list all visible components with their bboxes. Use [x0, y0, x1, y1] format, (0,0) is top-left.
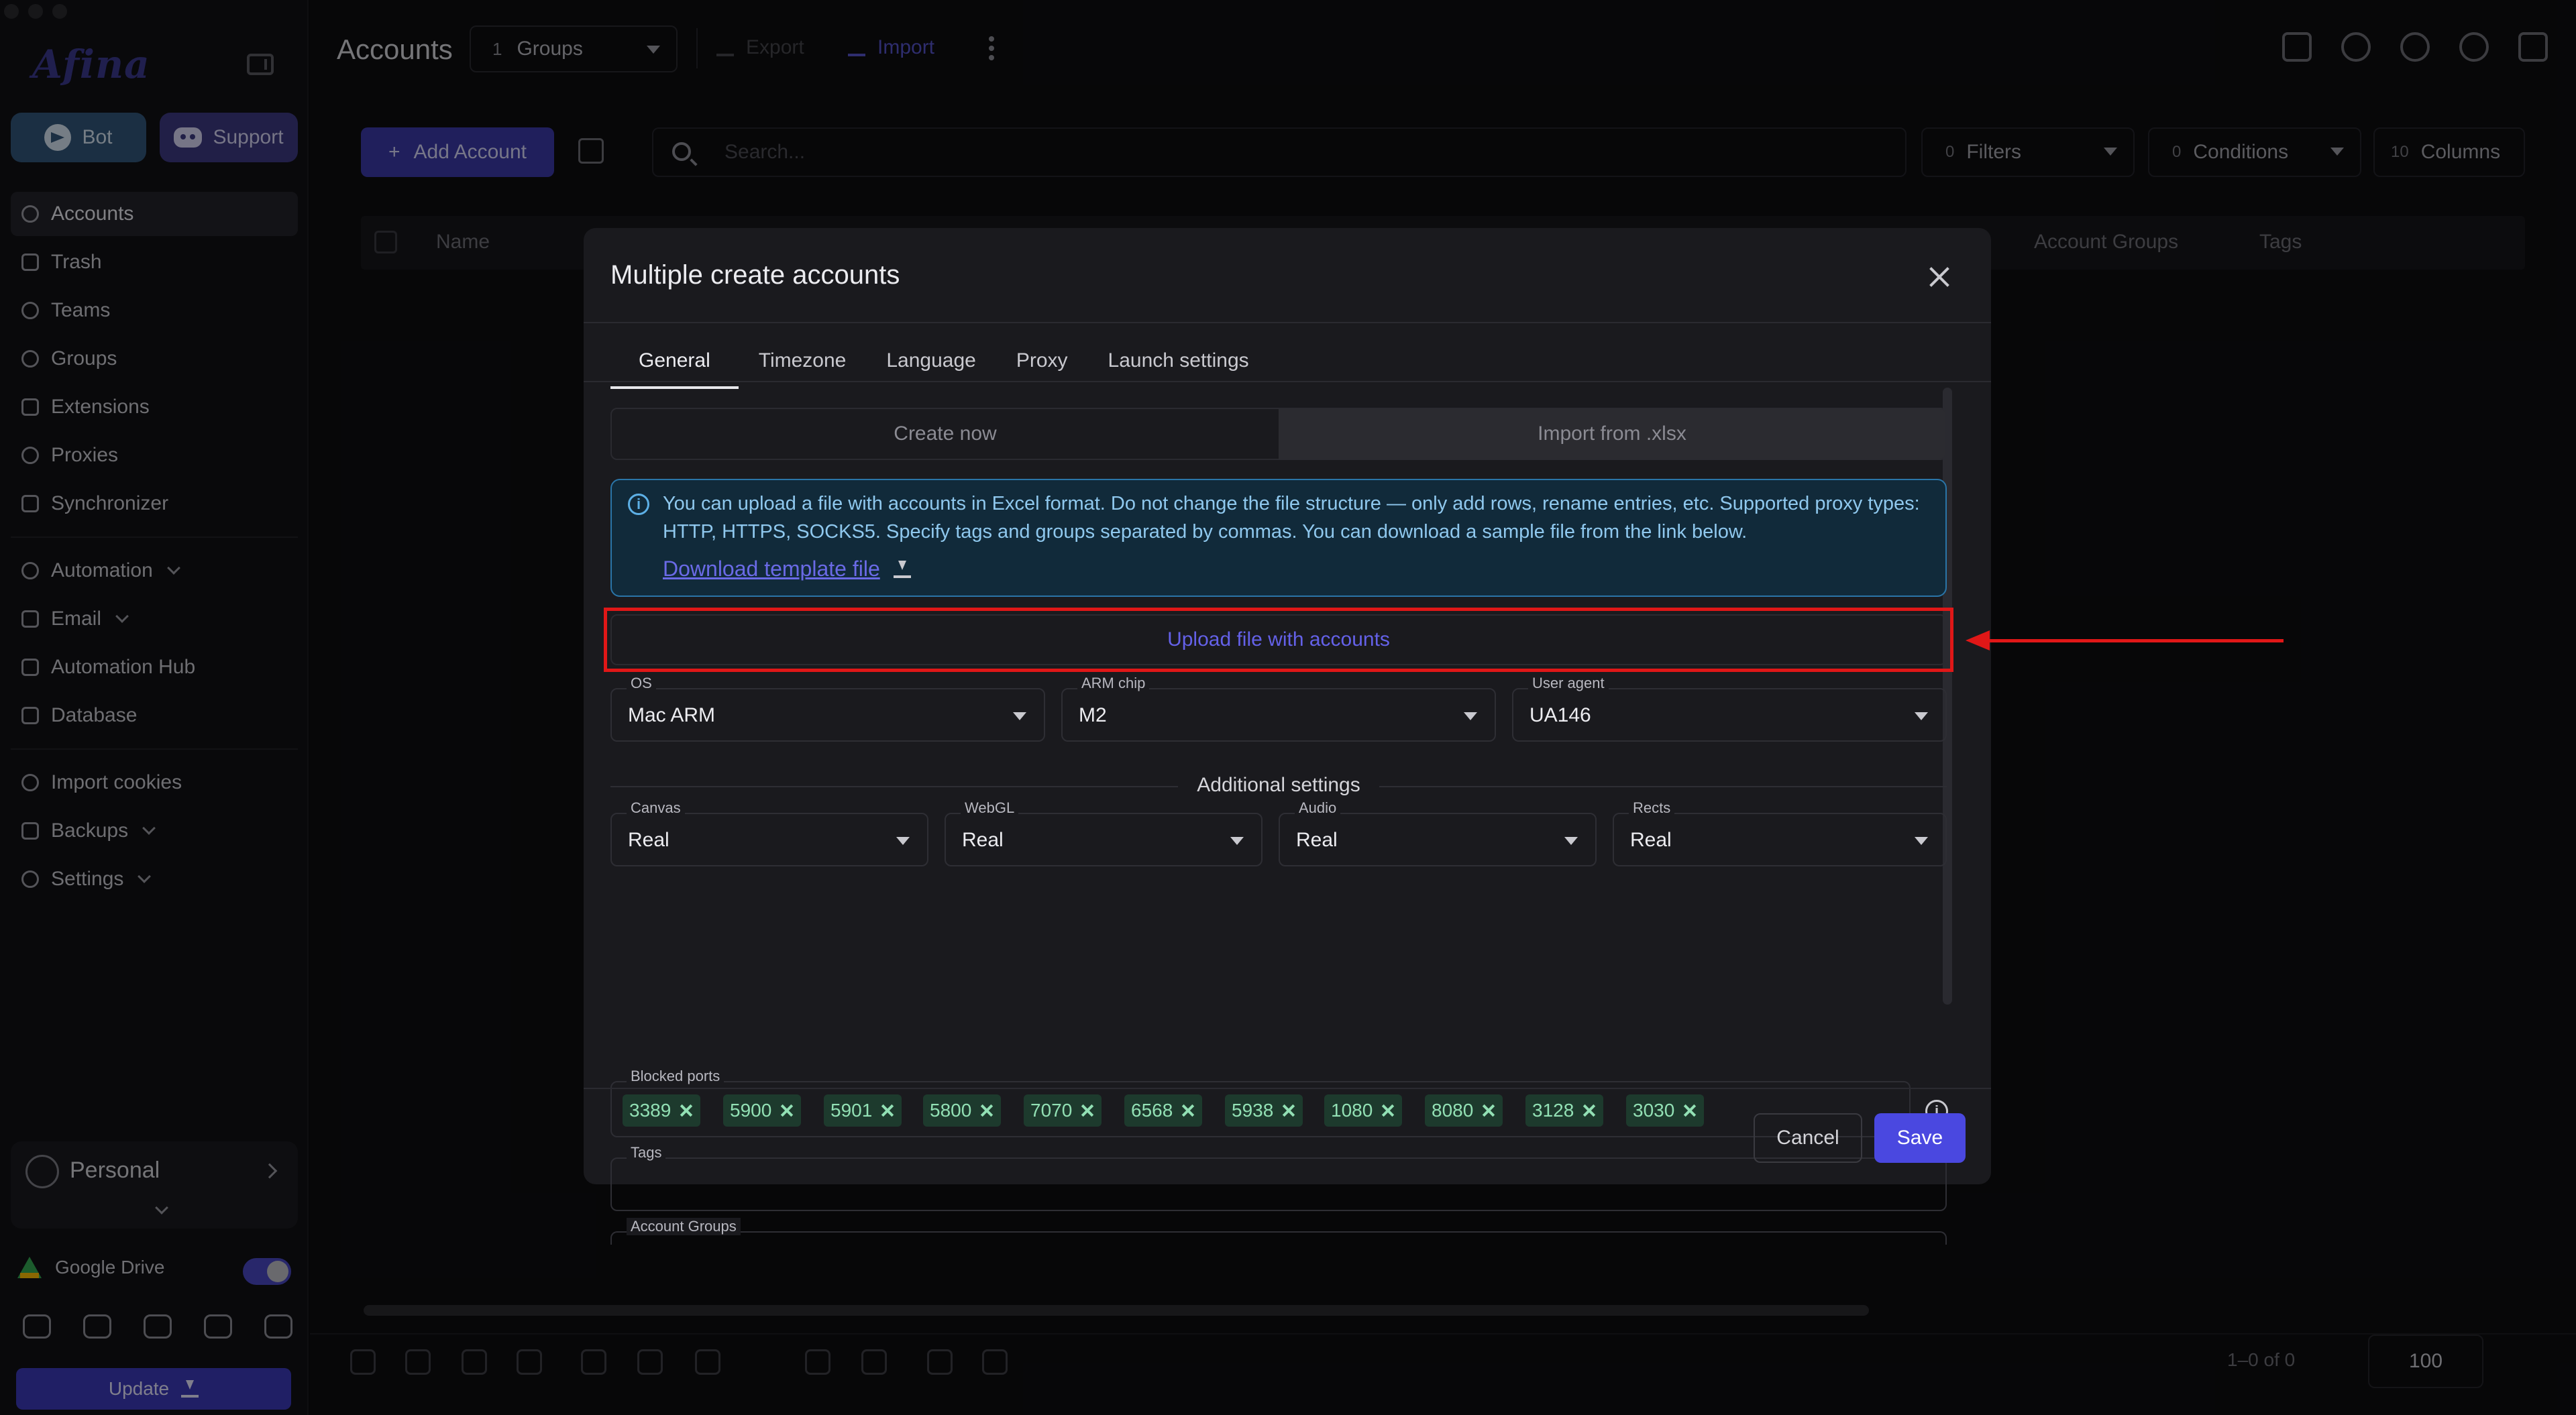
- port-chip: 1080: [1324, 1094, 1403, 1127]
- download-template-link[interactable]: Download template file: [663, 557, 911, 581]
- blocked-ports-input[interactable]: Blocked ports 3389 5900 5901 5800 7070 6…: [610, 1068, 1911, 1137]
- caret-down-icon: [1564, 837, 1578, 845]
- remove-chip-icon[interactable]: [1181, 1103, 1195, 1118]
- footer-divider: [584, 1088, 1991, 1089]
- os-select[interactable]: OS Mac ARM: [610, 675, 1045, 742]
- canvas-label: Canvas: [627, 799, 685, 817]
- creation-mode-toggle: Create now Import from .xlsx: [610, 408, 1947, 460]
- caret-down-icon: [1230, 837, 1244, 845]
- cancel-button[interactable]: Cancel: [1754, 1113, 1862, 1163]
- user-agent-label: User agent: [1528, 675, 1609, 692]
- create-now-option[interactable]: Create now: [612, 409, 1279, 459]
- blocked-ports-label: Blocked ports: [627, 1068, 724, 1085]
- account-groups-label: Account Groups: [627, 1218, 741, 1235]
- tabs-divider: [584, 381, 1991, 382]
- webgl-value: Real: [962, 829, 1004, 851]
- caret-down-icon: [1464, 712, 1477, 720]
- port-chip: 5938: [1225, 1094, 1303, 1127]
- caret-down-icon: [1013, 712, 1026, 720]
- remove-chip-icon[interactable]: [979, 1103, 994, 1118]
- rects-label: Rects: [1629, 799, 1675, 817]
- remove-chip-icon[interactable]: [1281, 1103, 1296, 1118]
- port-chip: 8080: [1425, 1094, 1503, 1127]
- remove-chip-icon[interactable]: [1481, 1103, 1496, 1118]
- port-chip: 3389: [623, 1094, 701, 1127]
- remove-chip-icon[interactable]: [1582, 1103, 1597, 1118]
- webgl-label: WebGL: [961, 799, 1019, 817]
- remove-chip-icon[interactable]: [880, 1103, 895, 1118]
- dialog-divider: [584, 322, 1991, 323]
- download-icon: [893, 560, 911, 578]
- info-alert: i You can upload a file with accounts in…: [610, 479, 1947, 597]
- save-button[interactable]: Save: [1874, 1113, 1966, 1163]
- download-template-label: Download template file: [663, 557, 880, 581]
- account-groups-input[interactable]: Account Groups: [610, 1218, 1947, 1245]
- arm-chip-label: ARM chip: [1077, 675, 1150, 692]
- canvas-select[interactable]: Canvas Real: [610, 799, 928, 866]
- port-chip: 7070: [1024, 1094, 1102, 1127]
- highlight-box: [604, 608, 1953, 672]
- user-agent-value: UA146: [1529, 704, 1591, 726]
- remove-chip-icon[interactable]: [1682, 1103, 1697, 1118]
- audio-label: Audio: [1295, 799, 1341, 817]
- os-value: Mac ARM: [628, 704, 716, 726]
- multiple-create-accounts-dialog: Multiple create accounts General Timezon…: [584, 228, 1991, 1245]
- tags-input[interactable]: Tags: [610, 1144, 1947, 1211]
- info-alert-text: You can upload a file with accounts in E…: [663, 493, 1920, 543]
- audio-value: Real: [1296, 829, 1338, 851]
- arm-chip-value: M2: [1079, 704, 1107, 726]
- port-chip: 5901: [824, 1094, 902, 1127]
- close-icon[interactable]: [1928, 266, 1951, 288]
- caret-down-icon: [896, 837, 910, 845]
- remove-chip-icon[interactable]: [780, 1103, 794, 1118]
- additional-settings-divider: Additional settings: [610, 771, 1947, 801]
- remove-chip-icon[interactable]: [1381, 1103, 1395, 1118]
- dialog-title: Multiple create accounts: [610, 260, 900, 290]
- webgl-select[interactable]: WebGL Real: [945, 799, 1263, 866]
- caret-down-icon: [1915, 712, 1928, 720]
- annotation-arrow: [1966, 630, 2284, 650]
- os-label: OS: [627, 675, 656, 692]
- audio-select[interactable]: Audio Real: [1279, 799, 1597, 866]
- port-chip: 5900: [723, 1094, 802, 1127]
- info-icon: i: [628, 494, 649, 515]
- rects-value: Real: [1630, 829, 1672, 851]
- rects-select[interactable]: Rects Real: [1613, 799, 1947, 866]
- app-window: Afina Bot Support Accounts Trash Teams G…: [0, 0, 2576, 1415]
- port-chip: 3128: [1525, 1094, 1604, 1127]
- remove-chip-icon[interactable]: [1080, 1103, 1095, 1118]
- import-xlsx-option[interactable]: Import from .xlsx: [1279, 409, 1945, 459]
- port-chip: 3030: [1626, 1094, 1705, 1127]
- canvas-value: Real: [628, 829, 669, 851]
- caret-down-icon: [1915, 837, 1928, 845]
- port-chip: 5800: [923, 1094, 1002, 1127]
- user-agent-select[interactable]: User agent UA146: [1512, 675, 1947, 742]
- port-chip: 6568: [1124, 1094, 1203, 1127]
- arm-chip-select[interactable]: ARM chip M2: [1061, 675, 1496, 742]
- additional-settings-label: Additional settings: [1197, 774, 1360, 796]
- remove-chip-icon[interactable]: [679, 1103, 694, 1118]
- tags-label: Tags: [627, 1144, 666, 1162]
